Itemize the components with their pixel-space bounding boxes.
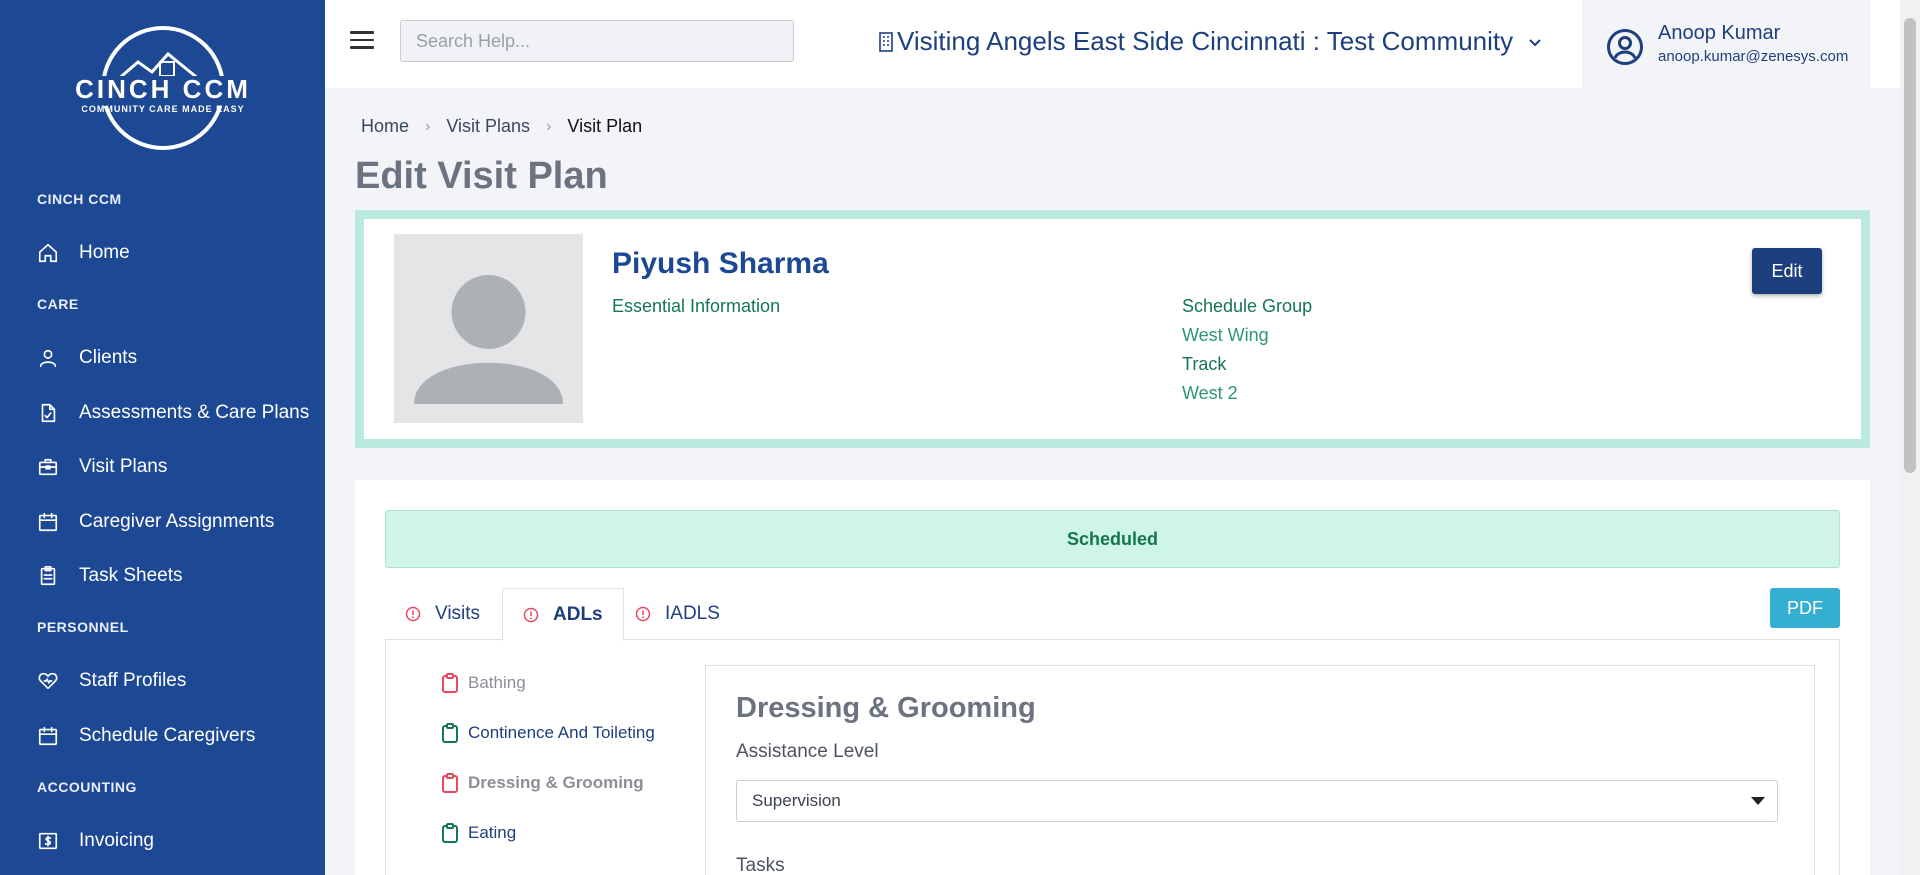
edit-client-button[interactable]: Edit [1752,248,1822,294]
assistance-level-label: Assistance Level [736,741,879,762]
adls-panel: Bathing Continence And Toileting Dressin… [385,639,1840,875]
adl-label: Continence And Toileting [468,723,655,742]
sidebar-item-staff-profiles[interactable]: Staff Profiles [0,659,325,703]
person-icon [37,347,59,369]
adl-detail-title: Dressing & Grooming [736,692,1036,724]
alert-circle-icon [635,606,651,622]
tab-label: IADLS [665,603,720,624]
adl-detail-panel: Dressing & Grooming Assistance Level Sup… [705,665,1815,875]
clipboard-icon [442,823,458,843]
adl-label: Dressing & Grooming [468,773,644,792]
breadcrumb-current: Visit Plan [567,116,643,136]
svg-text:CINCH CCM: CINCH CCM [75,74,251,104]
tab-label: ADLs [553,603,603,625]
cinch-ccm-logo[interactable]: CINCH CCM COMMUNITY CARE MADE EASY [60,22,266,154]
tasks-label: Tasks [736,855,785,875]
tab-label: Visits [435,603,481,624]
heart-icon [37,670,59,692]
sidebar-section-cinch-ccm: CINCH CCM [37,191,122,207]
tab-visits[interactable]: Visits [385,588,500,640]
top-bar: Visiting Angels East Side Cincinnati : T… [325,0,1900,88]
breadcrumb: Home › Visit Plans › Visit Plan [361,116,642,137]
client-avatar [394,234,583,423]
chevron-right-icon: › [546,117,552,135]
schedule-group-value: West Wing [1182,325,1269,345]
assistance-level-value: Supervision [752,791,841,810]
menu-toggle-icon[interactable] [350,31,374,55]
invoice-icon [37,830,59,852]
sidebar-item-visit-plans[interactable]: Visit Plans [0,445,325,489]
track-value: West 2 [1182,383,1238,403]
calendar-icon [37,511,59,533]
sidebar-item-label: Invoicing [79,830,154,851]
sidebar-item-label: Assessments & Care Plans [79,402,310,423]
tab-bar: Visits ADLs IADLS [385,588,1840,641]
sidebar-item-label: Visit Plans [79,456,168,477]
sidebar: CINCH CCM COMMUNITY CARE MADE EASY CINCH… [0,0,325,875]
search-input[interactable] [400,20,794,62]
chevron-down-icon [1529,38,1541,46]
document-icon [37,402,59,424]
sidebar-item-label: Home [79,242,130,263]
sidebar-item-label: Task Sheets [79,565,183,586]
sidebar-item-label: Clients [79,347,138,368]
schedule-group-label: Schedule Group [1182,296,1313,316]
building-icon [879,31,893,52]
sidebar-section-accounting: ACCOUNTING [37,779,137,795]
status-banner: Scheduled [385,510,1840,568]
visit-plan-card: Scheduled Visits ADLs IADLS PDF Bathing … [355,480,1870,875]
adl-label: Bathing [468,673,526,692]
breadcrumb-home[interactable]: Home [361,116,409,137]
sidebar-section-care: CARE [37,296,79,312]
home-icon [37,242,59,264]
sidebar-item-home[interactable]: Home [0,231,325,275]
adl-item-dressing-grooming[interactable]: Dressing & Grooming [441,772,644,794]
sidebar-item-schedule-caregivers[interactable]: Schedule Caregivers [0,714,325,758]
user-name: Anoop Kumar [1658,22,1781,44]
alert-circle-icon [405,606,421,622]
adl-label: Eating [468,823,517,842]
chevron-right-icon: › [425,117,431,135]
community-name: Visiting Angels East Side Cincinnati : T… [897,26,1514,56]
breadcrumb-visit-plans[interactable]: Visit Plans [446,116,530,137]
sidebar-item-label: Schedule Caregivers [79,725,256,746]
briefcase-icon [37,456,59,478]
sidebar-section-personnel: PERSONNEL [37,619,129,635]
adl-item-bathing[interactable]: Bathing [441,672,526,694]
clipboard-icon [442,673,458,693]
pdf-button[interactable]: PDF [1770,588,1840,628]
clipboard-icon [442,773,458,793]
user-avatar-icon [1607,29,1643,65]
sidebar-item-clients[interactable]: Clients [0,336,325,380]
adl-item-continence[interactable]: Continence And Toileting [441,722,655,744]
client-card: Piyush Sharma Essential Information Sche… [355,210,1870,448]
caret-down-icon [1751,797,1765,805]
user-email: anoop.kumar@zenesys.com [1658,48,1849,65]
user-menu[interactable]: Anoop Kumar anoop.kumar@zenesys.com [1582,0,1870,88]
avatar-placeholder-icon [414,275,563,404]
track-label: Track [1182,354,1227,374]
page-title: Edit Visit Plan [355,155,608,197]
essential-info-label: Essential Information [612,296,781,316]
svg-text:COMMUNITY CARE MADE EASY: COMMUNITY CARE MADE EASY [81,104,244,114]
sidebar-item-label: Staff Profiles [79,670,187,691]
page-scrollbar[interactable] [1900,0,1920,875]
sidebar-item-assessments[interactable]: Assessments & Care Plans [0,391,325,435]
calendar-icon [37,725,59,747]
alert-circle-icon [523,607,539,622]
scrollbar-thumb[interactable] [1904,18,1916,473]
client-card-body: Piyush Sharma Essential Information Sche… [364,219,1861,439]
sidebar-item-invoicing[interactable]: Invoicing [0,819,325,863]
community-selector[interactable]: Visiting Angels East Side Cincinnati : T… [877,26,1543,57]
client-name: Piyush Sharma [612,247,829,280]
sidebar-item-task-sheets[interactable]: Task Sheets [0,554,325,598]
tab-adls[interactable]: ADLs [502,588,624,641]
clipboard-icon [37,565,59,587]
adl-item-eating[interactable]: Eating [441,822,516,844]
tab-iadls[interactable]: IADLS [615,588,740,640]
sidebar-item-label: Caregiver Assignments [79,511,275,532]
assistance-level-select[interactable]: Supervision [736,780,1778,822]
sidebar-item-caregiver-assignments[interactable]: Caregiver Assignments [0,500,325,544]
clipboard-icon [442,723,458,743]
